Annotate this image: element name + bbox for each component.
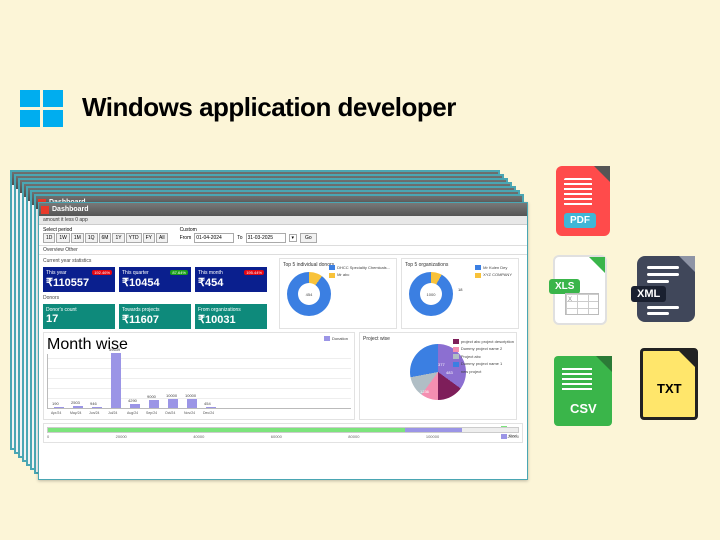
donut-center: 1000: [420, 283, 442, 305]
period-1d[interactable]: 1D: [43, 233, 55, 243]
top5-orgs-panel: Top 5 organizations 1000 18 Mr Kulen Dey…: [401, 258, 519, 329]
stat-this-quarter: 87.64% This quarter ₹10454: [119, 267, 191, 292]
go-button[interactable]: Go: [300, 233, 317, 243]
dashboard-window: Dashboard amount it less 0 app Select pe…: [38, 202, 528, 480]
app-icon: [41, 206, 49, 214]
month-wise-panel: Month wise Donation 190Apr/24 2503May/24 9…: [43, 332, 355, 420]
stat-this-month: 195.44% This month ₹454: [195, 267, 267, 292]
pie-label: 377: [438, 362, 445, 367]
stat-badge: 87.64%: [170, 270, 188, 275]
stat-value: ₹110557: [46, 276, 112, 289]
file-label: PDF: [564, 213, 596, 228]
from-date-input[interactable]: [194, 233, 234, 243]
stat-value: 17: [46, 313, 112, 325]
csv-file-icon: CSV: [554, 356, 612, 426]
hbar-scale: 020000400006000080000100000120000: [47, 434, 519, 439]
legend-item: XYZ COMPANY: [475, 272, 512, 277]
bar-May/24: 2503May/24: [73, 406, 83, 408]
bar-chart: 190Apr/24 2503May/24 946Jun/24 59639Jul/24 4…: [47, 354, 351, 409]
stat-donor-count: Donor's count 17: [43, 304, 115, 329]
stat-value: ₹454: [198, 276, 264, 289]
xls-file-icon: XLS X: [553, 255, 607, 325]
legend-item: Mr Kulen Dey: [475, 265, 512, 270]
filter-bar: Select period 1D 1W 1M 1Q 6M 1Y YTD FY A…: [39, 225, 527, 246]
stat-this-year: 192.46% This year ₹110557: [43, 267, 115, 292]
file-label: CSV: [564, 399, 603, 418]
bar-Dec/24: 454Dec/24: [206, 407, 216, 408]
stats-section-title: Current year statistics: [43, 258, 275, 264]
legend-item: Kind: [501, 433, 518, 438]
stat-value: ₹11607: [122, 313, 188, 326]
legend-item: Dummy project name 2: [453, 346, 514, 351]
pie-label: 483: [446, 370, 453, 375]
txt-file-icon: TXT: [640, 348, 698, 420]
file-label: XML: [631, 286, 666, 302]
window-title: Dashboard: [52, 206, 89, 213]
donut-chart-donors: 454: [287, 272, 331, 316]
legend-item: new project: [453, 369, 514, 374]
stat-towards-projects: Towards projects ₹11607: [119, 304, 191, 329]
bar-Nov/24: 10000Nov/24: [187, 399, 197, 408]
cash-kind-panel: CashKind 0200004000060000800001000001200…: [43, 423, 523, 443]
file-label: TXT: [651, 379, 688, 398]
pie-label: 1236: [420, 389, 429, 394]
hbar-track: [47, 427, 519, 433]
window-stack: Dashboard Dashboard Dashboard Dashboard …: [10, 170, 520, 470]
stat-from-orgs: From organizations ₹10031: [195, 304, 267, 329]
period-1q[interactable]: 1Q: [85, 233, 98, 243]
stat-value: ₹10031: [198, 313, 264, 326]
bar-Oct/24: 10000Oct/24: [168, 399, 178, 408]
donut-side-value: 18: [458, 287, 462, 292]
to-date-input[interactable]: [246, 233, 286, 243]
period-1m[interactable]: 1M: [71, 233, 84, 243]
donors-section-title: Donors: [43, 295, 275, 301]
legend-item: Mr abc: [329, 272, 390, 277]
bar-Jun/24: 946Jun/24: [92, 407, 102, 408]
legend-item: DHCC Speciality Chemicals...: [329, 265, 390, 270]
titlebar: Dashboard: [39, 203, 527, 216]
period-fy[interactable]: FY: [143, 233, 155, 243]
donut-chart-orgs: 1000: [409, 272, 453, 316]
pdf-file-icon: PDF: [556, 166, 610, 236]
xml-file-icon: XML: [637, 256, 695, 322]
from-label: From: [180, 235, 192, 241]
stat-badge: 195.44%: [244, 270, 264, 275]
legend-item: Dummy project name 1: [453, 361, 514, 366]
stat-value: ₹10454: [122, 276, 188, 289]
period-all[interactable]: All: [156, 233, 168, 243]
period-1y[interactable]: 1Y: [112, 233, 124, 243]
tabs[interactable]: Overview Other: [39, 246, 527, 255]
bar-Aug/24: 4290Aug/24: [130, 404, 140, 408]
windows-logo-icon: [20, 90, 65, 130]
page-headline: Windows application developer: [82, 92, 456, 123]
date-picker-icon[interactable]: ▾: [289, 234, 298, 242]
period-1w[interactable]: 1W: [56, 233, 70, 243]
period-6m[interactable]: 6M: [99, 233, 112, 243]
donut-center: 454: [298, 283, 320, 305]
legend-item: Project abc: [453, 354, 514, 359]
file-label: XLS: [549, 279, 580, 294]
legend-item: Donation: [324, 336, 348, 341]
bar-Apr/24: 190Apr/24: [54, 407, 64, 408]
period-ytd[interactable]: YTD: [126, 233, 142, 243]
top5-donors-panel: Top 5 individual donors 454 DHCC Special…: [279, 258, 397, 329]
period-buttons: 1D 1W 1M 1Q 6M 1Y YTD FY All: [43, 233, 168, 243]
window-subtitle: amount it less 0 app: [39, 216, 527, 225]
to-label: To: [237, 235, 242, 241]
bar-Sep/24: 9000Sep/24: [149, 400, 159, 408]
legend-item: project abc project description: [453, 339, 514, 344]
bar-Jul/24: 59639Jul/24: [111, 353, 121, 408]
project-wise-panel: Project wise 1236 377 483 project abc pr…: [359, 332, 517, 420]
panel-title: Month wise: [47, 336, 351, 354]
stat-badge: 192.46%: [92, 270, 112, 275]
